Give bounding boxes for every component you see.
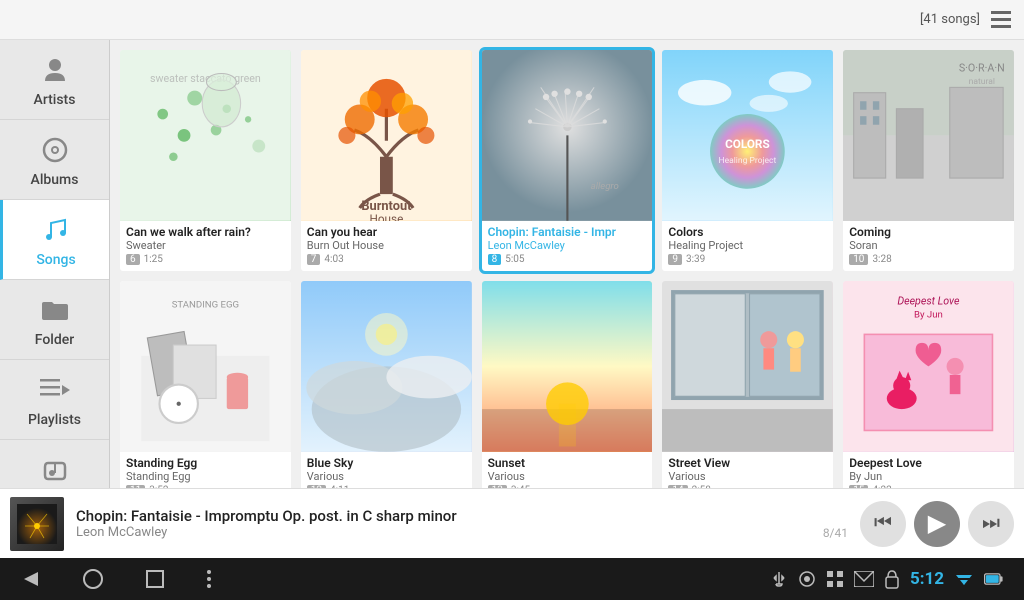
- usb-icon: [770, 570, 788, 588]
- album-artist-8: Various: [488, 470, 647, 483]
- svg-text:STANDING EGG: STANDING EGG: [172, 299, 239, 310]
- genre-icon: [37, 452, 73, 488]
- android-nav-bar: 5:12: [0, 558, 1024, 600]
- svg-text:Deepest Love: Deepest Love: [898, 294, 961, 307]
- sidebar-label-albums: Albums: [31, 172, 79, 188]
- home-button[interactable]: [82, 568, 104, 590]
- album-artist-1: Sweater: [126, 239, 285, 252]
- albums-icon: [37, 132, 73, 168]
- play-button[interactable]: ▶: [914, 501, 960, 547]
- sidebar-item-folder[interactable]: Folder: [0, 280, 109, 360]
- list-view-icon[interactable]: [988, 7, 1014, 33]
- album-card-1[interactable]: sweater staccato green: [120, 50, 291, 271]
- album-title-3: Chopin: Fantaisie - Impr: [488, 225, 647, 239]
- album-duration-5: 3:28: [872, 254, 891, 265]
- album-title-1: Can we walk after rain?: [126, 225, 285, 239]
- svg-text:By Jun: By Jun: [914, 309, 943, 320]
- album-card-8[interactable]: Sunset Various 13 3:45: [482, 281, 653, 488]
- prev-button[interactable]: ⏮: [860, 501, 906, 547]
- album-title-7: Blue Sky: [307, 456, 466, 470]
- sidebar-label-folder: Folder: [35, 332, 74, 348]
- sidebar-item-genre[interactable]: Genre: [0, 440, 109, 488]
- album-duration-1: 1:25: [144, 254, 163, 265]
- album-title-4: Colors: [668, 225, 827, 239]
- album-artist-5: Soran: [849, 239, 1008, 252]
- folder-icon: [37, 292, 73, 328]
- album-card-10[interactable]: Deepest Love By Jun: [843, 281, 1014, 488]
- sidebar: Artists Albums Songs: [0, 40, 110, 488]
- album-card-3[interactable]: allegro Chopin: Fantaisie - Impr Leon Mc…: [482, 50, 653, 271]
- album-card-5[interactable]: S·O·R·A·N natural Coming Soran 10 3:28: [843, 50, 1014, 271]
- album-title-2: Can you hear: [307, 225, 466, 239]
- album-title-5: Coming: [849, 225, 1008, 239]
- sidebar-label-playlists: Playlists: [28, 412, 81, 428]
- now-playing-bar: Chopin: Fantaisie - Impromptu Op. post. …: [0, 488, 1024, 558]
- recents-button[interactable]: [144, 568, 166, 590]
- wifi-icon: [954, 571, 974, 587]
- svg-text:Healing Project: Healing Project: [719, 156, 777, 166]
- album-artist-9: Various: [668, 470, 827, 483]
- album-card-9[interactable]: Street View Various 14 2:58: [662, 281, 833, 488]
- albums-grid: sweater staccato green: [120, 50, 1014, 488]
- album-artist-10: By Jun: [849, 470, 1008, 483]
- svg-text:COLORS: COLORS: [725, 137, 770, 151]
- album-card-7[interactable]: Blue Sky Various 12 4:11: [301, 281, 472, 488]
- album-card-4[interactable]: COLORS Healing Project Colors Healing Pr…: [662, 50, 833, 271]
- now-playing-title: Chopin: Fantaisie - Impromptu Op. post. …: [76, 507, 848, 525]
- svg-text:allegro: allegro: [590, 181, 618, 192]
- sidebar-label-songs: Songs: [36, 252, 75, 268]
- next-button[interactable]: ⏭: [968, 501, 1014, 547]
- album-title-10: Deepest Love: [849, 456, 1008, 470]
- album-duration-4: 3:39: [686, 254, 705, 265]
- album-num-1: 6: [126, 254, 140, 265]
- album-artist-2: Burn Out House: [307, 239, 466, 252]
- album-artist-4: Healing Project: [668, 239, 827, 252]
- now-playing-artist: Leon McCawley: [76, 525, 167, 540]
- now-playing-thumbnail: [10, 497, 64, 551]
- album-duration-3: 5:05: [505, 254, 524, 265]
- now-playing-count: 8/41: [823, 526, 848, 540]
- album-artist-6: Standing Egg: [126, 470, 285, 483]
- album-card-6[interactable]: STANDING EGG Standing Egg Standing Egg 1…: [120, 281, 291, 488]
- album-artist-7: Various: [307, 470, 466, 483]
- album-num-2: 7: [307, 254, 321, 265]
- battery-icon: [984, 573, 1004, 585]
- svg-text:House: House: [369, 212, 403, 221]
- sidebar-item-albums[interactable]: Albums: [0, 120, 109, 200]
- svg-text:S·O·R·A·N: S·O·R·A·N: [959, 61, 1005, 74]
- svg-text:sweater staccato green: sweater staccato green: [150, 72, 261, 85]
- album-artist-3: Leon McCawley: [488, 239, 647, 252]
- lock-icon: [884, 569, 900, 589]
- player-controls: ⏮ ▶ ⏭: [860, 501, 1014, 547]
- album-num-4: 9: [668, 254, 682, 265]
- album-num-3: 8: [488, 254, 502, 265]
- menu-dots[interactable]: [206, 568, 212, 590]
- grid-icon: [826, 570, 844, 588]
- album-title-9: Street View: [668, 456, 827, 470]
- now-playing-info: Chopin: Fantaisie - Impromptu Op. post. …: [76, 507, 848, 540]
- circle-icon: [798, 570, 816, 588]
- top-bar: [41 songs]: [0, 0, 1024, 40]
- playlists-icon: [37, 372, 73, 408]
- songs-count: [41 songs]: [920, 12, 980, 27]
- songs-icon: [38, 212, 74, 248]
- svg-text:natural: natural: [969, 77, 995, 87]
- time-display: 5:12: [910, 569, 944, 589]
- sidebar-item-songs[interactable]: Songs: [0, 200, 109, 280]
- album-num-5: 10: [849, 254, 868, 265]
- album-duration-2: 4:03: [324, 254, 343, 265]
- sidebar-item-artists[interactable]: Artists: [0, 40, 109, 120]
- album-title-8: Sunset: [488, 456, 647, 470]
- sidebar-item-playlists[interactable]: Playlists: [0, 360, 109, 440]
- albums-grid-area: sweater staccato green: [110, 40, 1024, 488]
- artists-icon: [37, 52, 73, 88]
- album-card-2[interactable]: Burntout House: [301, 50, 472, 271]
- mail-icon: [854, 571, 874, 587]
- album-title-6: Standing Egg: [126, 456, 285, 470]
- sidebar-label-artists: Artists: [34, 92, 76, 108]
- back-button[interactable]: [20, 568, 42, 590]
